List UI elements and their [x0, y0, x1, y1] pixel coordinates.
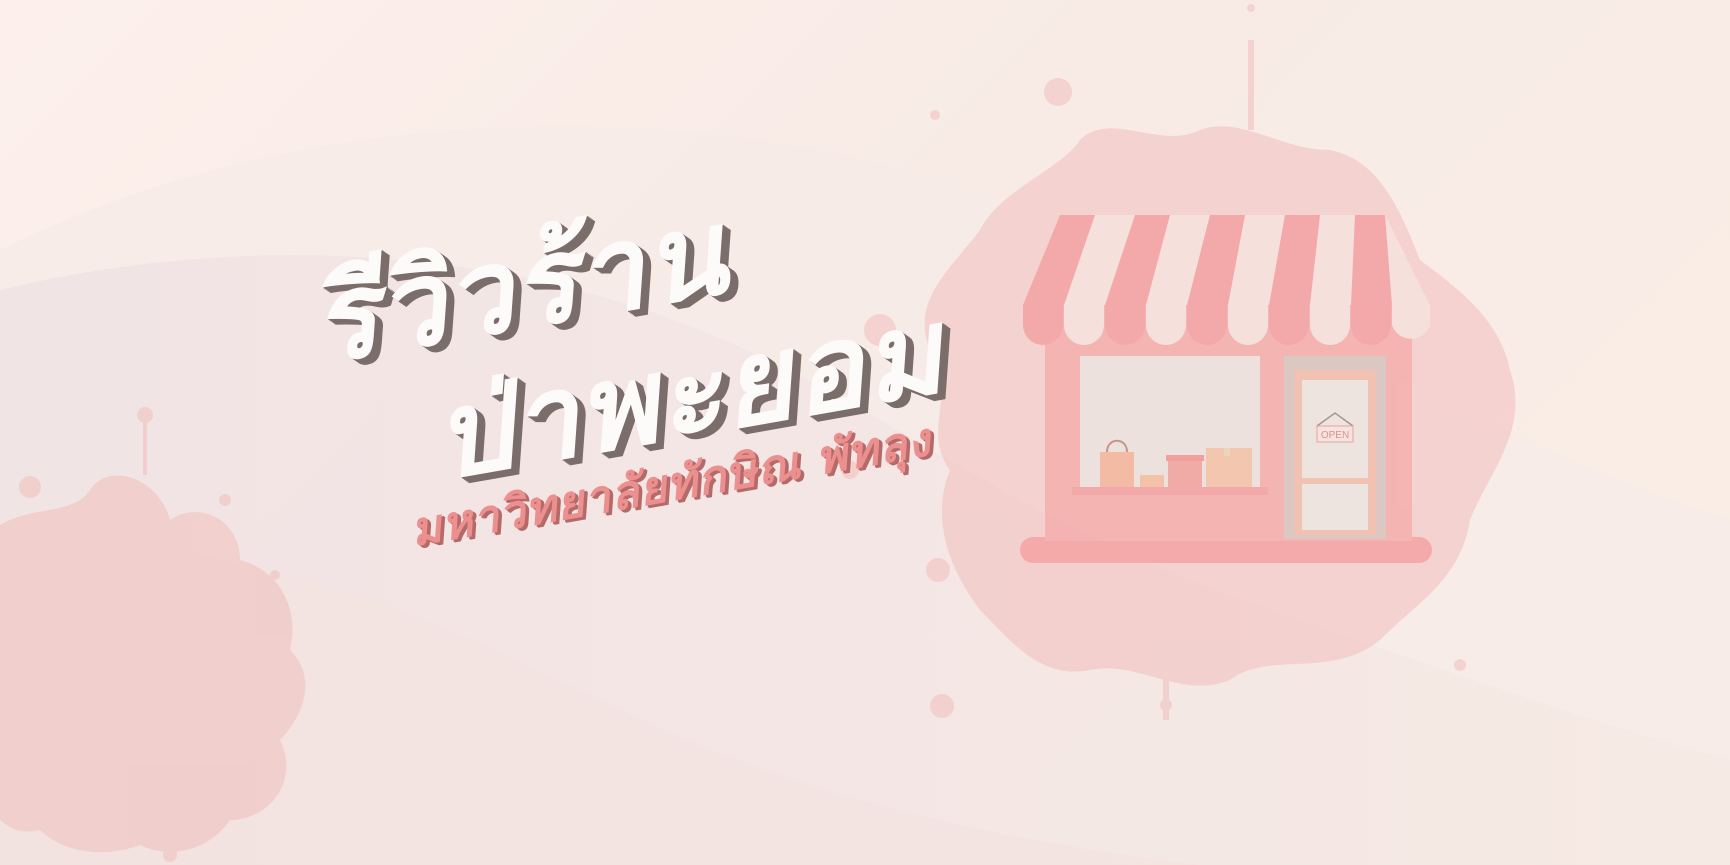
- window-box: [1168, 458, 1202, 487]
- window-box: [1140, 475, 1164, 487]
- door-glass: [1302, 484, 1368, 530]
- window-box: [1224, 448, 1230, 456]
- window-box: [1166, 455, 1204, 461]
- open-sign-text: OPEN: [1321, 430, 1349, 441]
- window-ledge: [1072, 487, 1268, 495]
- shop-awning: [1023, 215, 1430, 345]
